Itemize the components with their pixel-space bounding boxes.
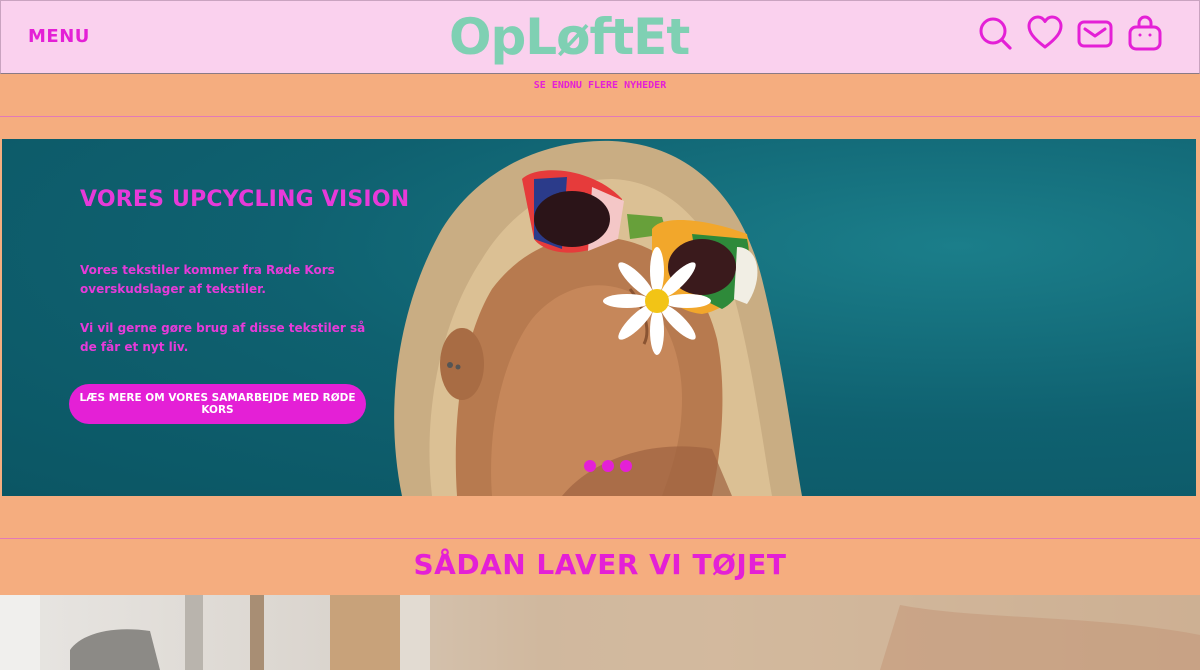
menu-button[interactable]: MENU [28, 26, 90, 47]
section-divider [0, 496, 1200, 539]
shopping-bag-icon[interactable] [1127, 13, 1163, 53]
slide-dot[interactable] [620, 460, 632, 472]
more-news-link[interactable]: SE ENDNU FLERE NYHEDER [0, 80, 1200, 91]
news-strip: SE ENDNU FLERE NYHEDER [0, 74, 1200, 117]
hero-banner: VORES UPCYCLING VISION Vores tekstiler k… [2, 139, 1196, 496]
site-header: MENU OpLøftEt [0, 0, 1200, 74]
slider-dots [584, 460, 632, 472]
section-header: SÅDAN LAVER VI TØJET [0, 539, 1200, 595]
section-title: SÅDAN LAVER VI TØJET [413, 548, 787, 581]
heart-icon[interactable] [1027, 13, 1063, 53]
hero-paragraph-1: Vores tekstiler kommer fra Røde Kors ove… [80, 263, 335, 296]
header-icons [977, 11, 1163, 55]
read-more-red-cross-button[interactable]: LÆS MERE OM VORES SAMARBEJDE MED RØDE KO… [69, 384, 366, 424]
production-photo [0, 595, 1200, 670]
hero-title: VORES UPCYCLING VISION [80, 187, 410, 212]
mail-icon[interactable] [1077, 13, 1113, 53]
search-icon[interactable] [977, 13, 1013, 53]
hero-photo [394, 140, 802, 496]
production-photo-art [0, 595, 1200, 670]
logo-text: OpLøftEt [449, 8, 690, 66]
hero-paragraph-2: Vi vil gerne gøre brug af disse tekstile… [80, 321, 366, 354]
slide-dot[interactable] [584, 460, 596, 472]
slide-dot[interactable] [602, 460, 614, 472]
site-logo[interactable]: OpLøftEt [449, 3, 729, 71]
